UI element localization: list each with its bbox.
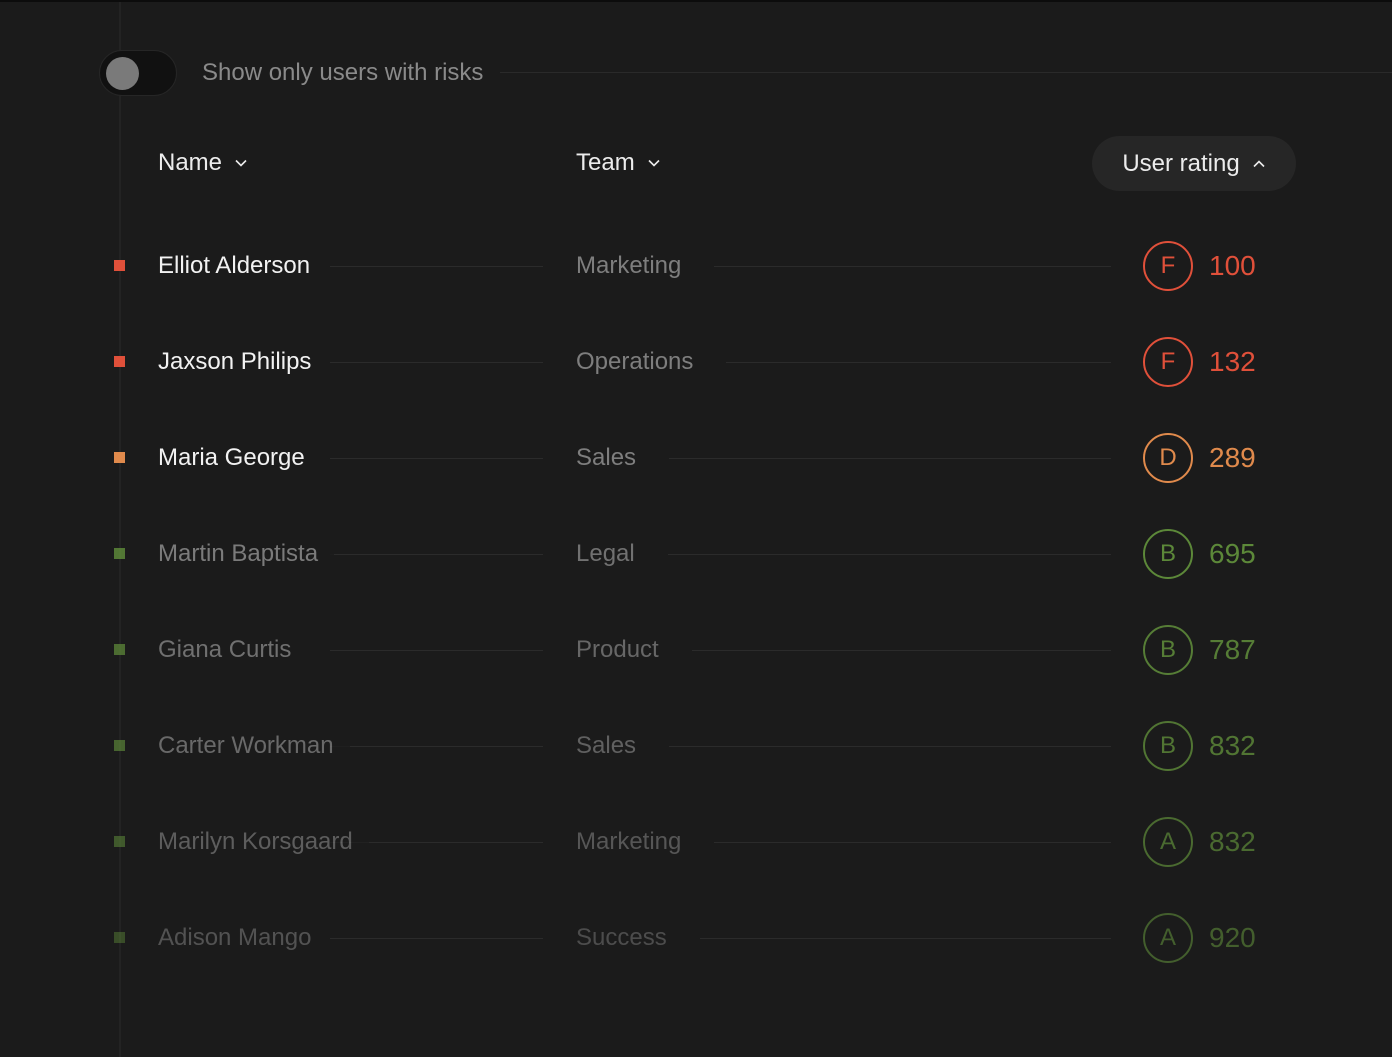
grade-letter: A	[1159, 924, 1176, 951]
user-name[interactable]: Jaxson Philips	[158, 346, 328, 378]
row-leader-line	[330, 650, 543, 651]
row-leader-line	[700, 938, 1111, 939]
grade-letter: B	[1159, 732, 1176, 759]
risk-filter-toggle[interactable]	[99, 50, 177, 96]
status-marker	[114, 356, 125, 367]
table-row[interactable]: Adison Mango Success A 920	[0, 908, 1392, 968]
status-marker	[114, 740, 125, 751]
sort-by-name-header[interactable]: Name	[158, 146, 248, 180]
grade-letter: B	[1159, 636, 1176, 663]
status-marker	[114, 644, 125, 655]
user-team: Marketing	[576, 252, 682, 279]
row-leader-line	[330, 746, 543, 747]
user-name[interactable]: Giana Curtis	[158, 634, 308, 666]
user-name[interactable]: Marilyn Korsgaard	[158, 826, 369, 858]
grade-badge: B	[1143, 721, 1193, 771]
rating-score: 832	[1209, 730, 1256, 761]
user-team: Product	[576, 636, 659, 663]
risk-filter-label: Show only users with risks	[202, 59, 484, 86]
grade-letter: B	[1159, 540, 1176, 567]
user-name[interactable]: Adison Mango	[158, 922, 328, 954]
user-team: Sales	[576, 732, 637, 759]
rating-score: 132	[1209, 346, 1256, 377]
row-leader-line	[330, 938, 543, 939]
rating-score: 100	[1209, 250, 1256, 281]
row-leader-line	[330, 554, 543, 555]
row-leader-line	[714, 842, 1111, 843]
table-row[interactable]: Jaxson Philips Operations F 132	[0, 332, 1392, 392]
user-name[interactable]: Carter Workman	[158, 730, 350, 762]
chevron-down-icon	[648, 159, 660, 167]
status-marker	[114, 452, 125, 463]
grade-letter: F	[1160, 252, 1176, 279]
table-row[interactable]: Giana Curtis Product B 787	[0, 620, 1392, 680]
user-team: Legal	[576, 540, 635, 567]
row-leader-line	[692, 650, 1111, 651]
top-border	[0, 0, 1392, 2]
status-marker	[114, 836, 125, 847]
grade-badge: B	[1143, 625, 1193, 675]
rating-score: 695	[1209, 538, 1256, 569]
row-leader-line	[714, 266, 1111, 267]
chevron-up-icon	[1253, 159, 1265, 167]
grade-badge: A	[1143, 913, 1193, 963]
grade-badge: A	[1143, 817, 1193, 867]
row-leader-line	[726, 362, 1111, 363]
row-leader-line	[330, 362, 543, 363]
rating-column-label: User rating	[1122, 149, 1240, 177]
user-name[interactable]: Elliot Alderson	[158, 250, 327, 282]
user-team: Marketing	[576, 828, 682, 855]
team-column-label: Team	[576, 149, 635, 176]
grade-badge: D	[1143, 433, 1193, 483]
user-team: Operations	[576, 348, 694, 375]
toggle-knob	[106, 57, 139, 90]
user-team: Success	[576, 924, 667, 951]
filter-divider	[500, 72, 1392, 73]
row-leader-line	[668, 554, 1111, 555]
grade-letter: A	[1159, 828, 1176, 855]
rating-score: 787	[1209, 634, 1256, 665]
table-row[interactable]: Maria George Sales D 289	[0, 428, 1392, 488]
user-name[interactable]: Maria George	[158, 442, 321, 474]
name-column-label: Name	[158, 149, 223, 176]
rating-score: 289	[1209, 442, 1256, 473]
grade-badge: F	[1143, 241, 1193, 291]
user-team: Sales	[576, 444, 637, 471]
row-leader-line	[669, 458, 1111, 459]
sort-by-team-header[interactable]: Team	[576, 146, 661, 180]
table-row[interactable]: Carter Workman Sales B 832	[0, 716, 1392, 776]
chevron-down-icon	[235, 159, 247, 167]
table-row[interactable]: Elliot Alderson Marketing F 100	[0, 236, 1392, 296]
row-leader-line	[330, 458, 543, 459]
table-row[interactable]: Martin Baptista Legal B 695	[0, 524, 1392, 584]
sort-by-rating-header[interactable]: User rating	[1092, 136, 1296, 191]
grade-badge: F	[1143, 337, 1193, 387]
grade-letter: D	[1159, 444, 1177, 471]
status-marker	[114, 260, 125, 271]
rating-score: 832	[1209, 826, 1256, 857]
user-name[interactable]: Martin Baptista	[158, 538, 335, 570]
table-row[interactable]: Marilyn Korsgaard Marketing A 832	[0, 812, 1392, 872]
row-leader-line	[330, 266, 543, 267]
rating-score: 920	[1209, 922, 1256, 953]
row-leader-line	[669, 746, 1111, 747]
grade-letter: F	[1160, 348, 1176, 375]
status-marker	[114, 932, 125, 943]
status-marker	[114, 548, 125, 559]
grade-badge: B	[1143, 529, 1193, 579]
